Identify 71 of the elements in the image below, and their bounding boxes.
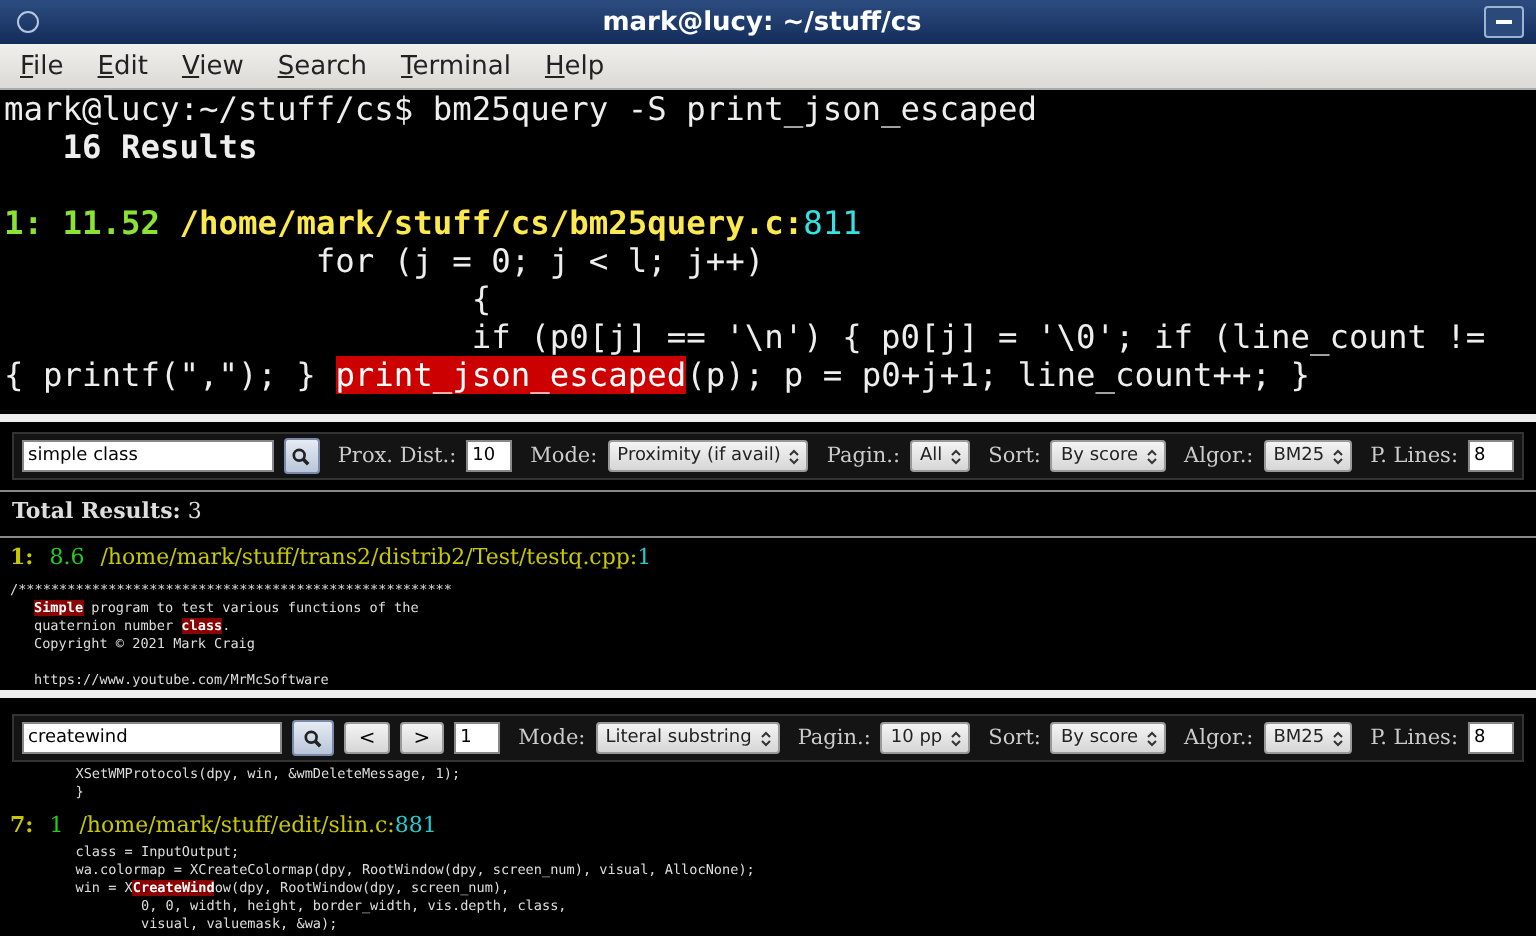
- dropdown[interactable]: BM25: [1263, 722, 1353, 754]
- match-highlight: print_json_escaped: [335, 356, 687, 394]
- control-label: Algor.:: [1184, 444, 1254, 468]
- updown-arrows-icon: [1332, 447, 1345, 465]
- line-number: 811: [803, 204, 862, 242]
- control-label: Sort:: [988, 444, 1041, 468]
- control-label: Algor.:: [1184, 726, 1254, 750]
- minimize-button[interactable]: [1484, 6, 1524, 38]
- terminal-text: mark@lucy:~/stuff/cs$ bm25query -S print_json_escaped: [4, 90, 1038, 128]
- search-button[interactable]: [292, 720, 335, 756]
- menu-item[interactable]: Help: [544, 51, 605, 81]
- terminal-text: {: [469, 280, 492, 318]
- control-label: Pagin.:: [826, 444, 900, 468]
- terminal-text: { printf(","); }: [4, 356, 318, 394]
- number-field[interactable]: 1: [454, 722, 501, 754]
- updown-arrows-icon: [950, 729, 963, 747]
- file-path: /home/mark/stuff/trans2/distrib2/Test/testq.cpp:: [100, 544, 638, 570]
- search-icon: [304, 729, 323, 747]
- page-button[interactable]: >: [399, 722, 445, 754]
- dropdown[interactable]: All: [909, 440, 971, 472]
- page-button[interactable]: <: [344, 722, 390, 754]
- updown-arrows-icon: [1332, 729, 1345, 747]
- dropdown[interactable]: BM25: [1263, 440, 1353, 472]
- terminal-text: if (p0[j] == '\n') { p0[j] = '\0'; if (line_count !=: [469, 318, 1486, 356]
- control-label: Pagin.:: [797, 726, 871, 750]
- result-score: 8.6: [49, 544, 85, 574]
- updown-arrows-icon: [1146, 447, 1158, 465]
- menu-item[interactable]: Edit: [97, 51, 148, 81]
- updown-arrows-icon: [950, 447, 963, 465]
- file-path: /home/mark/stuff/edit/slin.c:: [79, 812, 395, 838]
- updown-arrows-icon: [788, 447, 801, 465]
- file-path: /home/mark/stuff/cs/bm25query.c:: [179, 204, 804, 242]
- result-score: 11.52: [62, 204, 160, 242]
- search-icon: [292, 447, 311, 465]
- line-number: 881: [394, 812, 437, 838]
- control-label: Mode:: [518, 726, 586, 750]
- control-label: P. Lines:: [1370, 444, 1458, 468]
- dropdown[interactable]: By score: [1050, 440, 1166, 472]
- circle-icon[interactable]: [16, 10, 40, 34]
- search-button[interactable]: [284, 438, 320, 474]
- result-rank: 1:: [10, 544, 34, 574]
- number-field[interactable]: 8: [1468, 440, 1514, 472]
- total-label: Total Results:: [12, 498, 181, 524]
- dropdown[interactable]: By score: [1050, 722, 1166, 754]
- result-rank: 7:: [10, 812, 34, 842]
- terminal-text: for (j = 0; j < l; j++): [313, 242, 765, 280]
- control-label: Sort:: [988, 726, 1041, 750]
- search-field[interactable]: createwind: [22, 722, 283, 754]
- menu-item[interactable]: Search: [277, 51, 368, 81]
- number-field[interactable]: 10: [466, 440, 513, 472]
- window-title: mark@lucy: ~/stuff/cs: [602, 7, 922, 37]
- dropdown[interactable]: Proximity (if avail): [607, 440, 809, 472]
- control-label: P. Lines:: [1370, 726, 1458, 750]
- terminal-text: (p); p = p0+j+1; line_count++; }: [686, 356, 1310, 394]
- menu-item[interactable]: View: [181, 51, 244, 81]
- terminal-text: 16 Results: [60, 128, 258, 166]
- updown-arrows-icon: [759, 729, 772, 747]
- result-score: 1: [49, 812, 64, 842]
- minimize-icon: [1496, 20, 1512, 24]
- menu-item[interactable]: File: [20, 51, 64, 81]
- control-label: Mode:: [530, 444, 598, 468]
- total-count: 3: [187, 498, 202, 524]
- number-field[interactable]: 8: [1468, 722, 1514, 754]
- updown-arrows-icon: [1146, 729, 1158, 747]
- result-rank: 1:: [4, 204, 43, 242]
- menu-item[interactable]: Terminal: [401, 51, 511, 81]
- control-label: Prox. Dist.:: [337, 444, 457, 468]
- dropdown[interactable]: Literal substring: [595, 722, 780, 754]
- search-field[interactable]: simple class: [22, 440, 274, 472]
- dropdown[interactable]: 10 pp: [880, 722, 971, 754]
- line-number: 1: [637, 544, 652, 570]
